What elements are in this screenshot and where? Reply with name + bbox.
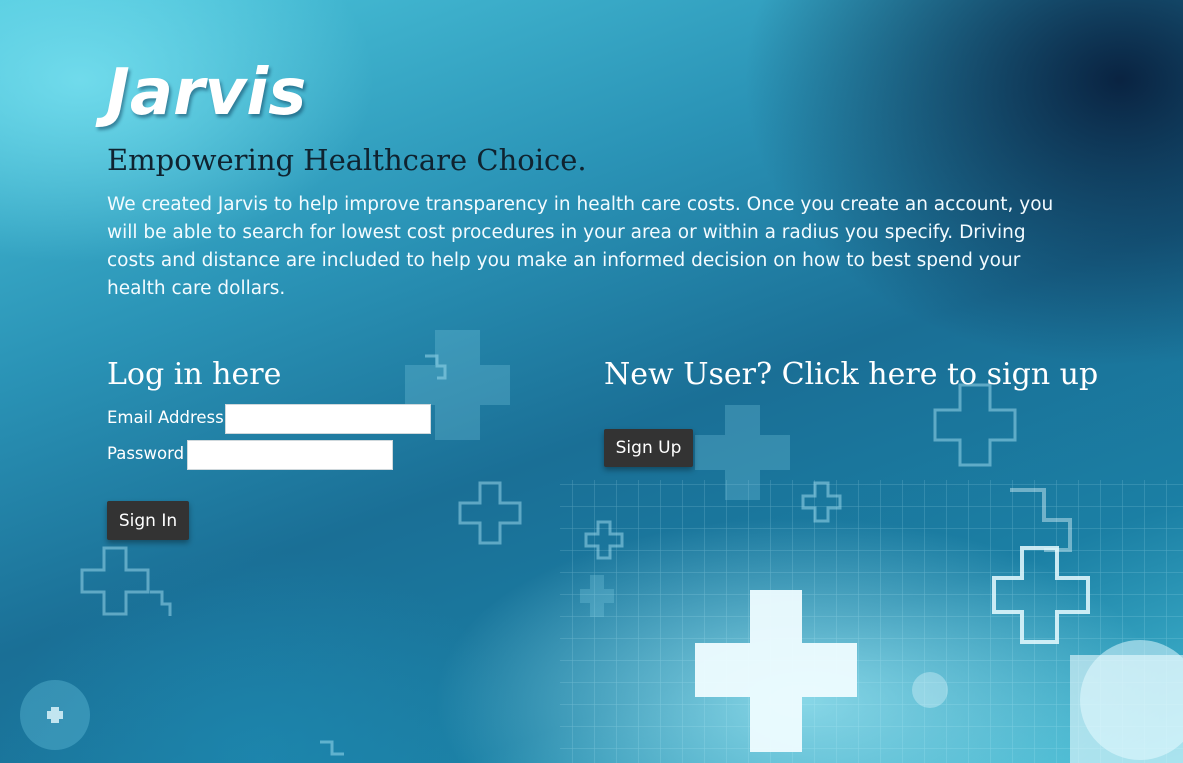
password-field[interactable] [187,440,393,470]
intro-paragraph: We created Jarvis to help improve transp… [107,194,1054,299]
sign-up-button[interactable]: Sign Up [604,429,693,467]
jarvis-logo: Jarvis [106,56,307,130]
sign-in-button[interactable]: Sign In [107,501,189,540]
password-label: Password [107,444,185,463]
page-tagline: Empowering Healthcare Choice. [107,143,587,177]
login-heading: Log in here [107,357,282,392]
medical-cross-icon [695,590,857,752]
signup-heading[interactable]: New User? Click here to sign up [604,357,1098,392]
email-field[interactable] [225,404,431,434]
email-label: Email Address [107,408,224,427]
